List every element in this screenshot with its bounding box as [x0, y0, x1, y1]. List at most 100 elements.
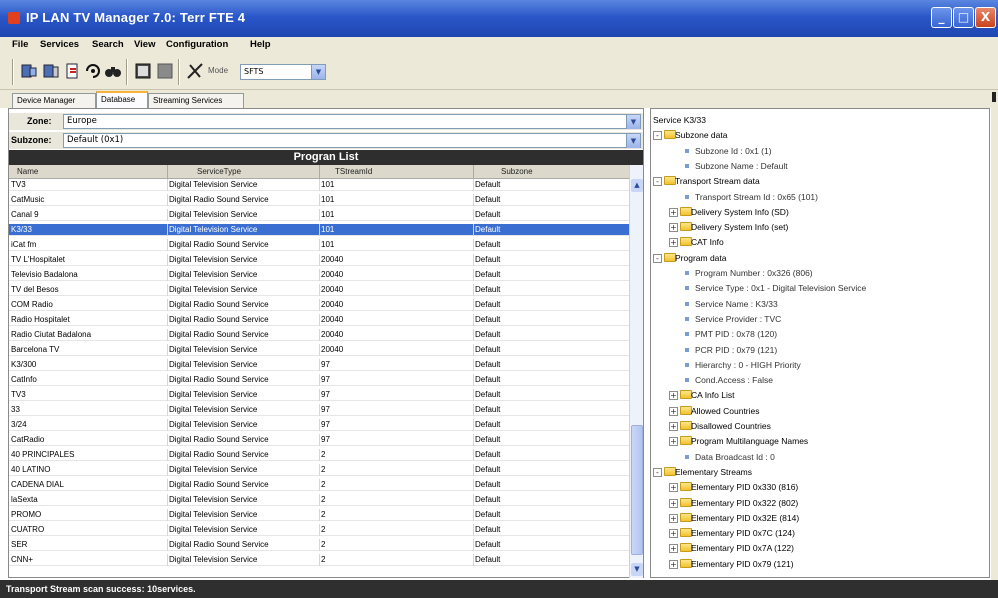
scan-icon[interactable] [84, 61, 102, 81]
table-row[interactable]: Canal 9 Digital Television Service 101 Defa… [9, 209, 629, 221]
title-bar[interactable]: IP LAN TV Manager 7.0: Terr FTE 4 _ □ X [0, 0, 998, 37]
expand-icon[interactable]: + [669, 406, 678, 416]
table-row[interactable]: COM Radio Digital Radio Sound Service 2004… [9, 299, 629, 311]
cell-name: SER [11, 540, 28, 549]
expand-icon[interactable]: + [669, 207, 678, 217]
table-row[interactable]: CatMusic Digital Radio Sound Service 101 De… [9, 194, 629, 206]
table-row[interactable]: K3/33 Digital Television Service 101 Defaul… [9, 224, 629, 236]
chevron-down-icon[interactable]: ▼ [311, 65, 325, 79]
tab-streaming-services[interactable]: Streaming Services [148, 93, 244, 108]
table-row[interactable]: TV L'Hospitalet Digital Television Servic… [9, 254, 629, 266]
column-header-name[interactable]: Name [17, 167, 38, 176]
property-icon [685, 347, 689, 352]
table-row[interactable]: 40 PRINCIPALES Digital Radio Sound Servic… [9, 449, 629, 461]
menu-services[interactable]: Services [40, 39, 79, 50]
cell-divider [473, 359, 474, 371]
cell-name: 40 LATINO [11, 465, 51, 474]
scrollbar-thumb[interactable] [631, 425, 643, 555]
menu-help[interactable]: Help [250, 39, 271, 50]
cell-tstream-id: 97 [321, 420, 330, 429]
cell-divider [473, 194, 474, 206]
menu-configuration[interactable]: Configuration [166, 39, 228, 50]
program-list-scrollbar[interactable]: ▲ ▼ [629, 165, 643, 578]
menu-file[interactable]: File [12, 39, 28, 50]
menu-view[interactable]: View [134, 39, 155, 50]
expand-icon[interactable]: + [669, 483, 678, 493]
column-header-service-type[interactable]: ServiceType [197, 167, 241, 176]
cell-service-type: Digital Radio Sound Service [169, 195, 269, 204]
cell-subzone: Default [475, 480, 501, 489]
table-row[interactable]: Barcelona TV Digital Television Service 20… [9, 344, 629, 356]
property-icon [685, 271, 689, 275]
tab-database[interactable]: Database [96, 91, 148, 108]
expand-icon[interactable]: + [669, 559, 678, 569]
cell-subzone: Default [475, 405, 501, 414]
zone-select[interactable]: Europe ▼ [63, 114, 641, 129]
column-divider[interactable] [319, 165, 320, 179]
table-row[interactable]: 40 LATINO Digital Television Service 2 Defa… [9, 464, 629, 476]
table-row[interactable]: CUATRO Digital Television Service 2 Default [9, 524, 629, 536]
collapse-icon[interactable]: - [653, 467, 662, 477]
menu-search[interactable]: Search [92, 39, 124, 50]
expand-icon[interactable]: + [669, 498, 678, 508]
column-divider[interactable] [473, 165, 474, 179]
table-row[interactable]: CatRadio Digital Radio Sound Service 97 Def… [9, 434, 629, 446]
table-row[interactable]: iCat fm Digital Radio Sound Service 101 Def… [9, 239, 629, 251]
expand-icon[interactable]: + [669, 529, 678, 539]
scroll-down-arrow-icon[interactable]: ▼ [631, 563, 643, 576]
binoculars-icon[interactable] [104, 61, 122, 81]
table-row[interactable]: CNN+ Digital Television Service 2 Default [9, 554, 629, 566]
collapse-icon[interactable]: - [653, 177, 662, 187]
table-row[interactable]: PROMO Digital Television Service 2 Default [9, 509, 629, 521]
expand-icon[interactable]: + [669, 544, 678, 554]
collapse-icon[interactable]: - [653, 253, 662, 263]
table-row[interactable]: laSexta Digital Television Service 2 Defaul… [9, 494, 629, 506]
expand-icon[interactable]: + [669, 223, 678, 233]
tools-icon[interactable] [186, 61, 204, 81]
connect-icon[interactable] [20, 61, 38, 81]
cell-divider [473, 254, 474, 266]
table-row[interactable]: Radio Hospitalet Digital Radio Sound Serv… [9, 314, 629, 326]
cell-service-type: Digital Television Service [169, 510, 258, 519]
table-row[interactable]: Radio Ciutat Badalona Digital Radio Sound… [9, 329, 629, 341]
cell-tstream-id: 101 [321, 225, 335, 234]
table-row[interactable]: K3/300 Digital Television Service 97 Defaul… [9, 359, 629, 371]
table-row[interactable]: TV3 Digital Television Service 101 Default [9, 179, 629, 191]
close-button[interactable]: X [975, 7, 996, 28]
cell-subzone: Default [475, 450, 501, 459]
table-row[interactable]: CatInfo Digital Radio Sound Service 97 Defa… [9, 374, 629, 386]
pause-icon[interactable] [156, 61, 174, 81]
chevron-down-icon[interactable]: ▼ [626, 134, 640, 148]
table-row[interactable]: TV del Besos Digital Television Service 20… [9, 284, 629, 296]
expand-icon[interactable]: + [669, 437, 678, 447]
tree-node-label: Allowed Countries [691, 405, 760, 416]
expand-icon[interactable]: + [669, 513, 678, 523]
tree-node-label: Data Broadcast Id : 0 [695, 451, 775, 462]
table-row[interactable]: CADENA DIAL Digital Radio Sound Service 2 D… [9, 479, 629, 491]
expand-icon[interactable]: + [669, 422, 678, 431]
disconnect-icon[interactable] [42, 61, 60, 81]
collapse-icon[interactable]: - [653, 131, 662, 141]
minimize-button[interactable]: _ [931, 7, 952, 28]
splitter-handle[interactable] [992, 92, 996, 102]
mode-select[interactable]: SFTS ▼ [240, 64, 326, 80]
column-header-subzone[interactable]: Subzone [501, 167, 533, 176]
expand-icon[interactable]: + [669, 391, 678, 401]
subzone-select[interactable]: Default (0x1) ▼ [63, 133, 641, 148]
table-row[interactable]: 3/24 Digital Television Service 97 Default [9, 419, 629, 431]
column-header-tstream-id[interactable]: TStreamId [335, 167, 372, 176]
chevron-down-icon[interactable]: ▼ [626, 115, 640, 129]
mode-value: SFTS [244, 67, 264, 76]
scroll-up-arrow-icon[interactable]: ▲ [631, 179, 643, 192]
table-row[interactable]: 33 Digital Television Service 97 Default [9, 404, 629, 416]
refresh-icon[interactable] [64, 61, 82, 81]
tab-device-manager[interactable]: Device Manager [12, 93, 96, 108]
table-row[interactable]: Televisio Badalona Digital Television Ser… [9, 269, 629, 281]
expand-icon[interactable]: + [669, 238, 678, 248]
column-divider[interactable] [167, 165, 168, 179]
stop-icon[interactable] [134, 61, 152, 81]
maximize-button[interactable]: □ [953, 7, 974, 28]
program-list-title: Progran List [9, 150, 643, 165]
table-row[interactable]: SER Digital Radio Sound Service 2 Default [9, 539, 629, 551]
table-row[interactable]: TV3 Digital Television Service 97 Default [9, 389, 629, 401]
